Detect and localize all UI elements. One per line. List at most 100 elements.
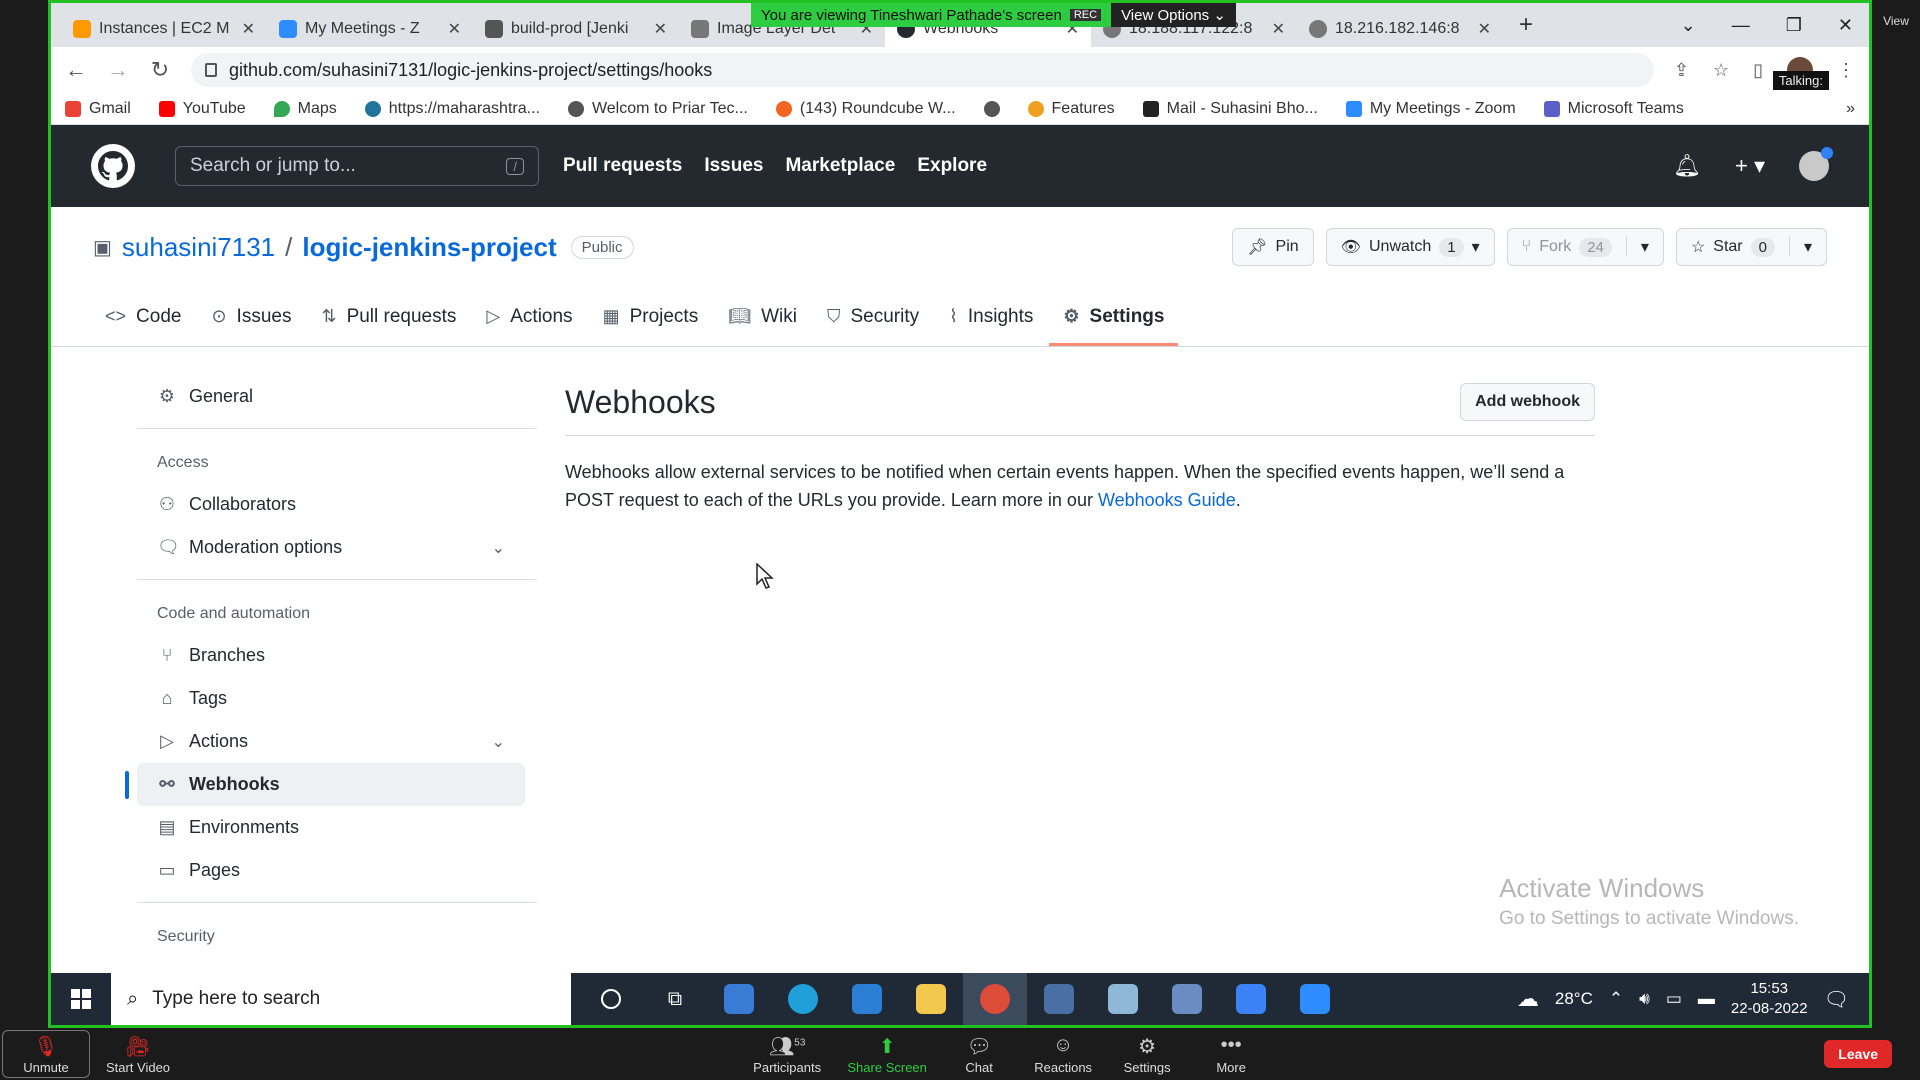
star-button[interactable]: ☆ Star 0 ▾ (1675, 228, 1827, 266)
start-button[interactable] (51, 973, 111, 1025)
sidebar-item-branches[interactable]: ⑂ Branches (137, 634, 525, 677)
add-webhook-button[interactable]: Add webhook (1460, 383, 1595, 421)
notes-app[interactable] (1091, 973, 1155, 1025)
taskbar-search-input[interactable]: ⌕ Type here to search (111, 973, 571, 1025)
settings-button[interactable]: ⚙ Settings (1107, 1034, 1187, 1075)
clock[interactable]: 15:53 22-08-2022 (1731, 979, 1808, 1019)
bookmark-item[interactable] (983, 100, 1000, 117)
sidebar-item-webhooks[interactable]: ⚯ Webhooks (125, 763, 525, 806)
close-icon[interactable]: ✕ (448, 19, 461, 39)
share-screen-button[interactable]: ⬆ Share Screen (839, 1034, 935, 1075)
nav-explore[interactable]: Explore (917, 155, 987, 177)
repo-owner-link[interactable]: suhasini7131 (122, 232, 275, 263)
unmute-button[interactable]: 🎙︎ Unmute (2, 1030, 90, 1078)
repo-name-link[interactable]: logic-jenkins-project (302, 232, 556, 263)
reactions-button[interactable]: ☺ Reactions (1023, 1034, 1103, 1075)
speaker-icon[interactable]: 🔊︎ (1639, 989, 1650, 1009)
bookmark-star-icon[interactable]: ☆ (1713, 60, 1729, 81)
caret-down-icon[interactable]: ▾ (1625, 237, 1649, 257)
filezilla-app[interactable] (1219, 973, 1283, 1025)
bell-icon[interactable]: 🔔︎ (1673, 153, 1701, 179)
reload-icon[interactable]: ↻ (149, 57, 171, 83)
chevron-up-icon[interactable]: ⌃ (1609, 989, 1623, 1009)
more-button[interactable]: ••• More (1191, 1034, 1271, 1075)
browser-tab[interactable]: 18.216.182.146:8 ✕ (1297, 11, 1503, 47)
zoom-view-button[interactable]: View (1872, 14, 1920, 28)
fork-button[interactable]: ⑂ Fork 24 ▾ (1506, 228, 1664, 266)
bookmark-item[interactable]: Maps (273, 100, 337, 118)
bookmarks-overflow-icon[interactable]: » (1846, 100, 1855, 118)
bookmark-item[interactable]: Features (1027, 100, 1115, 118)
close-icon[interactable]: ✕ (1272, 19, 1285, 39)
sidebar-item-environments[interactable]: ▤ Environments (137, 806, 525, 849)
kebab-menu-icon[interactable]: ⋮ (1837, 60, 1855, 81)
cortana-button[interactable] (579, 973, 643, 1025)
sidebar-item-general[interactable]: ⚙ General (137, 375, 525, 418)
battery-icon[interactable]: ▬ (1698, 989, 1715, 1009)
notification-icon[interactable]: 🗨︎ (1824, 987, 1849, 1012)
tab-security[interactable]: ⛉ Security (813, 290, 933, 346)
bookmark-item[interactable]: Mail - Suhasini Bho... (1142, 100, 1318, 118)
bookmark-item[interactable]: https://maharashtra... (364, 100, 540, 118)
minimize-button[interactable]: — (1732, 15, 1750, 36)
bookmark-item[interactable]: Welcom to Priar Tec... (567, 100, 748, 118)
browser-tab[interactable]: My Meetings - Z ✕ (267, 11, 473, 47)
share-icon[interactable]: ⇪ (1674, 60, 1689, 81)
virtualbox-app[interactable] (1155, 973, 1219, 1025)
close-window-button[interactable]: ✕ (1838, 15, 1853, 36)
restore-button[interactable]: ❐ (1786, 15, 1802, 36)
sidebar-item-tags[interactable]: ⌂ Tags (137, 677, 525, 720)
rdp-app[interactable] (1027, 973, 1091, 1025)
user-avatar[interactable] (1799, 147, 1833, 181)
close-icon[interactable]: ✕ (1478, 19, 1491, 39)
tab-search-chevron-icon[interactable]: ⌄ (1681, 15, 1696, 36)
tab-code[interactable]: <> Code (91, 290, 195, 346)
caret-down-icon[interactable]: ▾ (1788, 237, 1812, 257)
tab-wiki[interactable]: 📖︎ Wiki (714, 290, 811, 346)
tab-settings[interactable]: ⚙ Settings (1049, 290, 1179, 346)
sidebar-item-actions[interactable]: ▷ Actions ⌄ (137, 720, 525, 763)
github-logo-icon[interactable] (91, 144, 135, 188)
sidebar-item-moderation[interactable]: 🗨︎ Moderation options ⌄ (137, 526, 525, 569)
tab-actions[interactable]: ▷ Actions (472, 290, 586, 346)
create-new-dropdown[interactable]: + ▾ (1735, 153, 1765, 179)
mail-app[interactable] (835, 973, 899, 1025)
tab-issues[interactable]: ⊙ Issues (197, 290, 305, 346)
back-arrow-icon[interactable]: ← (65, 57, 87, 83)
pin-button[interactable]: 📌︎ Pin (1232, 228, 1314, 266)
nav-marketplace[interactable]: Marketplace (785, 155, 895, 177)
chrome-app[interactable] (963, 973, 1027, 1025)
github-search-input[interactable]: Search or jump to... / (175, 146, 539, 186)
store-app[interactable] (707, 973, 771, 1025)
explorer-app[interactable] (899, 973, 963, 1025)
browser-tab[interactable]: Instances | EC2 M ✕ (61, 11, 267, 47)
new-tab-button[interactable]: + (1503, 11, 1549, 39)
participants-button[interactable]: 👥︎53 Participants (739, 1034, 835, 1075)
sidebar-item-pages[interactable]: ▭ Pages (137, 849, 525, 892)
nav-issues[interactable]: Issues (704, 155, 763, 177)
zoom-app[interactable] (1283, 973, 1347, 1025)
chat-button[interactable]: 💬︎ Chat (939, 1034, 1019, 1075)
side-panel-icon[interactable]: ▯ (1753, 60, 1763, 81)
network-icon[interactable]: ▭ (1666, 989, 1682, 1009)
webhooks-guide-link[interactable]: Webhooks Guide (1098, 490, 1236, 510)
task-view-button[interactable]: ⧉ (643, 973, 707, 1025)
bookmark-item[interactable]: YouTube (158, 100, 246, 118)
leave-button[interactable]: Leave (1824, 1040, 1892, 1068)
temperature[interactable]: 28°C (1555, 989, 1593, 1009)
start-video-button[interactable]: 🎥︎ Start Video (90, 1034, 186, 1075)
bookmark-item[interactable]: My Meetings - Zoom (1345, 100, 1516, 118)
url-field[interactable]: github.com/suhasini7131/logic-jenkins-pr… (191, 53, 1654, 87)
bookmark-item[interactable]: Gmail (65, 100, 131, 118)
weather-icon[interactable]: ☁ (1517, 986, 1539, 1012)
forward-arrow-icon[interactable]: → (107, 57, 129, 83)
close-icon[interactable]: ✕ (242, 19, 255, 39)
unwatch-button[interactable]: 👁︎ Unwatch 1 ▾ (1325, 228, 1495, 266)
tab-insights[interactable]: ⌇ Insights (935, 290, 1047, 346)
view-options-button[interactable]: View Options ⌄ (1111, 3, 1236, 27)
bookmark-item[interactable]: (143) Roundcube W... (775, 100, 956, 118)
nav-pull-requests[interactable]: Pull requests (563, 155, 682, 177)
close-icon[interactable]: ✕ (654, 19, 667, 39)
tab-projects[interactable]: ▦ Projects (589, 290, 713, 346)
bookmark-item[interactable]: Microsoft Teams (1543, 100, 1684, 118)
